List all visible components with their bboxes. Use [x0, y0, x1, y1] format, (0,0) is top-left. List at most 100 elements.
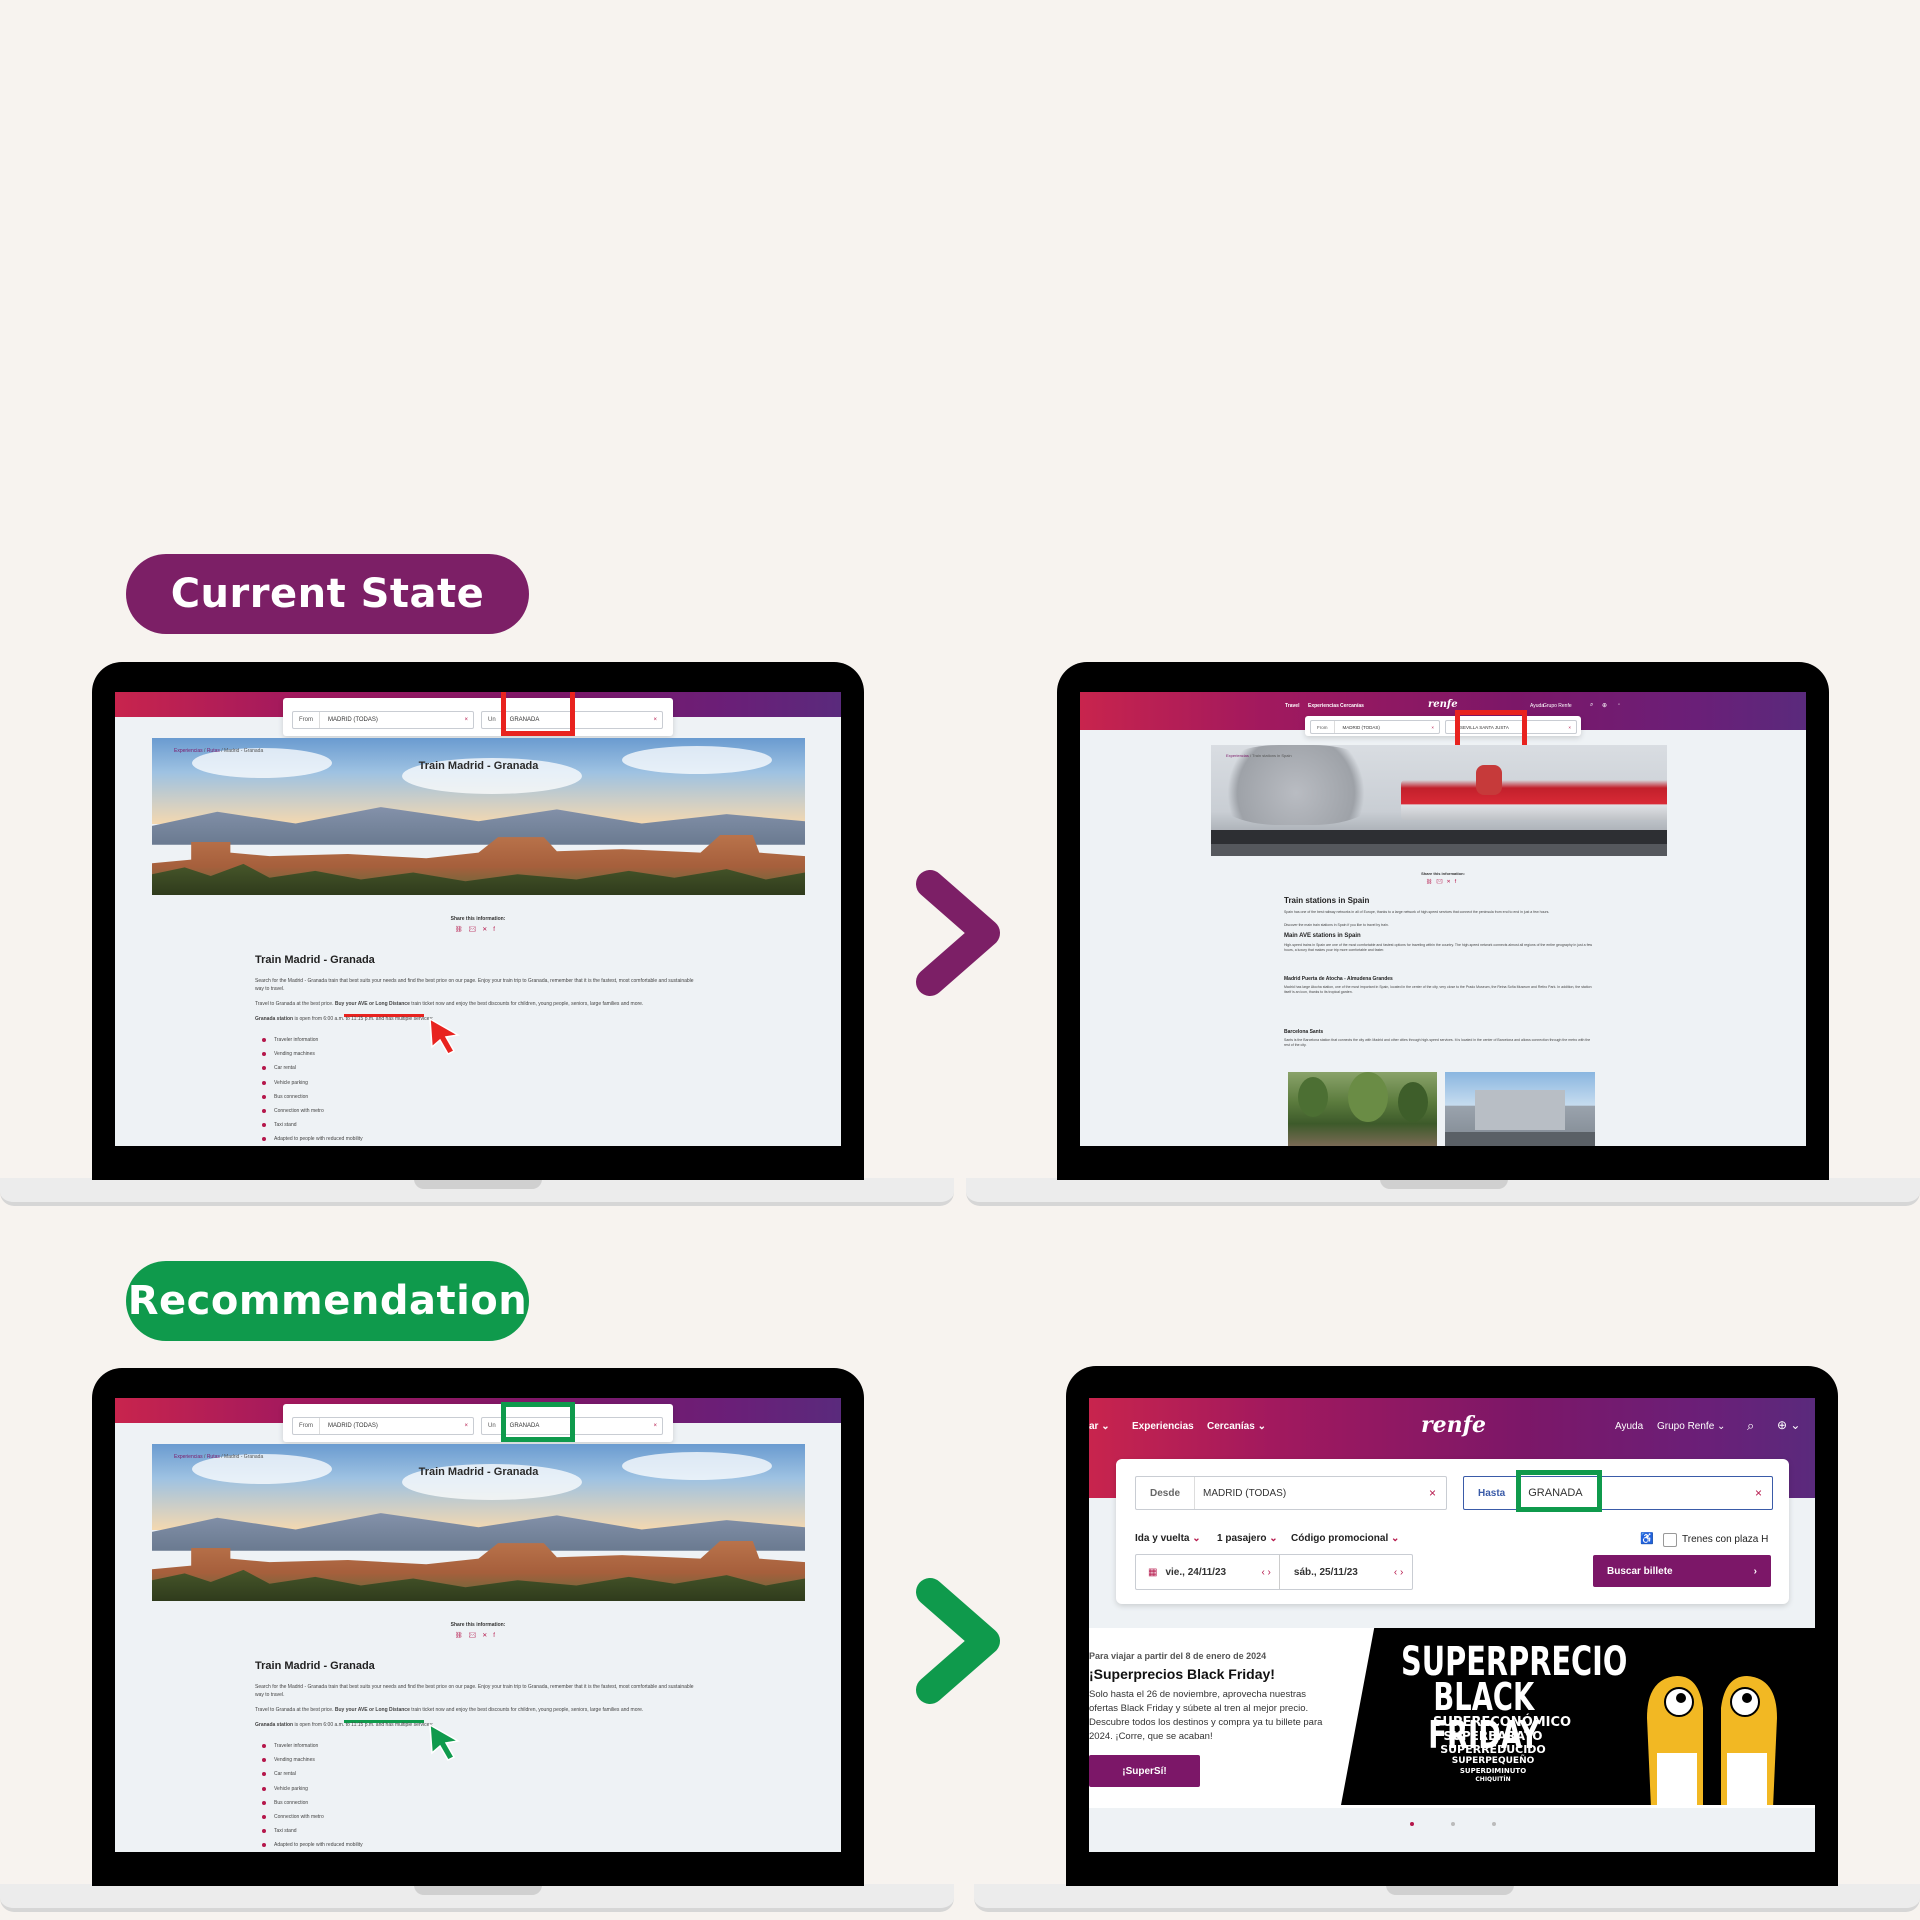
list-item: Vending machines: [262, 1757, 363, 1771]
return-date[interactable]: sáb., 25/11/23: [1280, 1567, 1386, 1578]
buy-ave-link[interactable]: Buy your AVE or Long Distance: [335, 1707, 410, 1713]
nav-cercanias[interactable]: Cercanías: [1340, 703, 1364, 709]
station-paragraph: Granada station is open from 6:00 a.m. t…: [255, 1722, 434, 1728]
banner-sub: SUPERBARATO: [1443, 1729, 1543, 1743]
list-item: Connection with metro: [262, 1108, 363, 1122]
clear-icon[interactable]: ×: [1755, 1486, 1772, 1500]
breadcrumb: Experiencias / Rutas / Madrid - Granada: [174, 1454, 264, 1460]
route-page-screen: From MADRID (TODAS) × Un GRANADA × Exper…: [115, 1398, 841, 1852]
services-list: Traveler information Vending machines Ca…: [262, 1743, 363, 1852]
alhambra-hero-image: Experiencias / Rutas / Madrid - Granada …: [152, 1444, 805, 1601]
binocular-hands-icon: [1647, 1676, 1777, 1805]
from-field[interactable]: From MADRID (TODAS) ×: [292, 1417, 474, 1435]
breadcrumb: Experiencias / Rutas / Madrid - Granada: [174, 748, 264, 754]
list-item: Car rental: [262, 1771, 363, 1785]
stations-page-screen: Travel Experiencias Cercanías renfe Ayud…: [1080, 692, 1806, 1146]
banner-sub: SUPERECONÓMICO: [1433, 1715, 1572, 1730]
list-item: Vehicle parking: [262, 1080, 363, 1094]
date-prev-next-icon[interactable]: ‹ ›: [1253, 1567, 1278, 1578]
nav-cercanias[interactable]: Cercanías ⌄: [1207, 1421, 1266, 1432]
from-field[interactable]: Desde MADRID (TODAS) ×: [1135, 1476, 1447, 1510]
list-item: Adapted to people with reduced mobility: [262, 1136, 363, 1146]
intro-paragraph-2: Discover the main train stations in Spai…: [1284, 923, 1389, 927]
user-icon[interactable]: ◦: [1618, 702, 1620, 708]
trenes-label: Trenes con plaza H: [1682, 1534, 1769, 1545]
clear-icon[interactable]: ×: [1568, 725, 1576, 730]
home-page-screen: ar ⌄ Experiencias Cercanías ⌄ renfe Ayud…: [1089, 1398, 1815, 1852]
dates-field[interactable]: ▦ vie., 24/11/23 ‹ › sáb., 25/11/23 ‹ ›: [1135, 1554, 1413, 1590]
share-icons[interactable]: ⛓✉✕f: [115, 1632, 841, 1639]
share-icons[interactable]: ⛓✉✕f: [1080, 879, 1806, 885]
nav-ayuda[interactable]: Ayuda: [1530, 703, 1544, 709]
services-list: Traveler information Vending machines Ca…: [262, 1037, 363, 1146]
clear-icon[interactable]: ×: [1431, 725, 1439, 730]
outbound-date[interactable]: vie., 24/11/23: [1157, 1567, 1253, 1578]
renfe-logo[interactable]: renfe: [1428, 699, 1458, 710]
share-icons[interactable]: ⛓✉✕f: [115, 926, 841, 933]
globe-icon[interactable]: ⊕: [1602, 702, 1607, 709]
list-item: Connection with metro: [262, 1814, 363, 1828]
current-state-label: Current State: [126, 554, 529, 634]
route-page-screen: From MADRID (TODAS) × Un GRANADA × Exper…: [115, 692, 841, 1146]
atocha-station-photo: [1288, 1072, 1437, 1146]
section-text: Sants is the Barcelona station that conn…: [1284, 1038, 1591, 1047]
list-item: Traveler information: [262, 1037, 363, 1051]
intro-paragraph: Search for the Madrid - Granada train th…: [255, 978, 694, 992]
trenes-checkbox[interactable]: [1663, 1533, 1677, 1547]
hero-title: Train Madrid - Granada: [418, 760, 539, 772]
from-field[interactable]: From MADRID (TODAS) ×: [292, 711, 474, 729]
list-item: Vehicle parking: [262, 1786, 363, 1800]
clear-icon[interactable]: ×: [653, 1423, 662, 1429]
list-item: Traveler information: [262, 1743, 363, 1757]
search-panel: Desde MADRID (TODAS) × Hasta GRANADA × I…: [1116, 1459, 1789, 1604]
promo-code-dropdown[interactable]: Código promocional ⌄: [1291, 1533, 1399, 1544]
nav-grupo-renfe[interactable]: Grupo Renfe ⌄: [1657, 1421, 1725, 1432]
nav-ayuda[interactable]: Ayuda: [1615, 1421, 1643, 1432]
date-prev-next-icon[interactable]: ‹ ›: [1386, 1567, 1411, 1578]
share-label: Share this information:: [450, 916, 506, 922]
page-heading: Train stations in Spain: [1284, 896, 1370, 905]
buy-paragraph: Travel to Granada at the best price. Buy…: [255, 1707, 644, 1713]
page-heading: Train Madrid - Granada: [255, 1660, 375, 1672]
trip-type-dropdown[interactable]: Ida y vuelta ⌄: [1135, 1533, 1201, 1544]
clear-icon[interactable]: ×: [464, 717, 473, 723]
clear-icon[interactable]: ×: [1429, 1486, 1446, 1500]
destination-highlight: [501, 692, 575, 736]
promo-pre: Para viajar a partir del 8 de enero de 2…: [1089, 1651, 1267, 1661]
nav-experiencias[interactable]: Experiencias: [1308, 703, 1339, 709]
carousel-dots[interactable]: [1089, 1822, 1815, 1830]
list-item: Adapted to people with reduced mobility: [262, 1842, 363, 1852]
clear-icon[interactable]: ×: [653, 717, 662, 723]
search-icon[interactable]: ⌕: [1747, 1418, 1754, 1434]
buy-paragraph: Travel to Granada at the best price. Buy…: [255, 1001, 644, 1007]
search-panel: From MADRID (TODAS) × Un GRANADA ×: [283, 1404, 673, 1442]
banner-sub: SUPERREDUCIDO: [1440, 1743, 1546, 1756]
nav-travel[interactable]: Travel: [1285, 703, 1299, 709]
station-paragraph: Granada station is open from 6:00 a.m. t…: [255, 1016, 434, 1022]
from-field[interactable]: From MADRID (TODAS) ×: [1310, 720, 1440, 734]
destination-highlight: [501, 1402, 575, 1442]
renfe-logo[interactable]: renfe: [1421, 1412, 1486, 1438]
nav-item[interactable]: ar ⌄: [1089, 1421, 1110, 1432]
alhambra-hero-image: Experiencias / Rutas / Madrid - Granada …: [152, 738, 805, 895]
supersi-button[interactable]: ¡SuperSí!: [1089, 1755, 1200, 1787]
nav-grupo-renfe[interactable]: Grupo Renfe: [1543, 703, 1572, 709]
sants-station-photo: [1445, 1072, 1595, 1146]
section-heading: Madrid Puerta de Atocha - Almudena Grand…: [1284, 976, 1393, 982]
buy-ave-link[interactable]: Buy your AVE or Long Distance: [335, 1001, 410, 1007]
buscar-billete-button[interactable]: Buscar billete ›: [1593, 1555, 1771, 1587]
passengers-dropdown[interactable]: 1 pasajero ⌄: [1217, 1533, 1278, 1544]
nav-experiencias[interactable]: Experiencias: [1132, 1421, 1194, 1432]
banner-sub: SUPERDIMINUTO: [1459, 1767, 1527, 1775]
globe-icon[interactable]: ⊕ ⌄: [1777, 1418, 1800, 1432]
intro-paragraph: Spain has one of the best railway networ…: [1284, 910, 1550, 914]
clear-icon[interactable]: ×: [464, 1423, 473, 1429]
toy-train-image: Experiencias / Train stations in Spain: [1211, 745, 1667, 856]
search-panel: From MADRID (TODAS) × SEVILLA SANTA JUST…: [1305, 716, 1581, 736]
to-field[interactable]: Hasta GRANADA ×: [1463, 1476, 1773, 1510]
section-text: High-speed trains in Spain are one of th…: [1284, 943, 1593, 952]
page-heading: Train Madrid - Granada: [255, 954, 375, 966]
search-icon[interactable]: ⌕: [1590, 702, 1593, 709]
breadcrumb: Experiencias / Train stations in Spain: [1226, 753, 1292, 758]
share-label: Share this information:: [450, 1622, 506, 1628]
